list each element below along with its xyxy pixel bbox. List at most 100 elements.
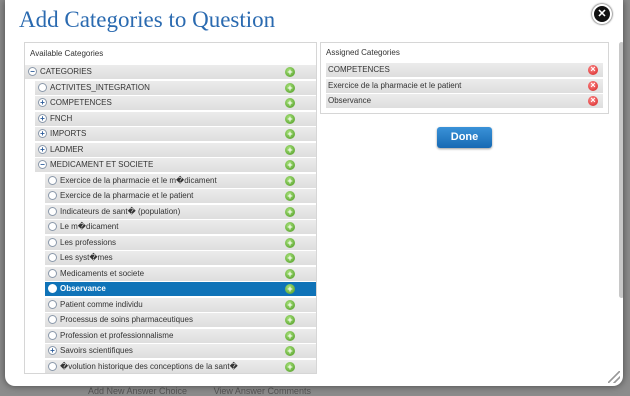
assigned-category-row: Exercice de la pharmacie et le patient × <box>326 78 603 93</box>
tree-item[interactable]: + Savoirs scientifiques + <box>45 344 316 358</box>
add-categories-dialog: Add Categories to Question ✕ Available C… <box>5 0 623 386</box>
tree-item-label: Les syst�mes <box>60 253 113 262</box>
radio-icon[interactable] <box>48 315 57 324</box>
tree-item[interactable]: + FNCH + <box>35 111 316 126</box>
add-icon[interactable]: + <box>285 222 295 232</box>
tree-item-label: Le m�dicament <box>60 222 119 231</box>
add-icon[interactable]: + <box>285 346 295 356</box>
radio-icon[interactable] <box>48 268 57 278</box>
expand-icon[interactable]: + <box>38 144 47 154</box>
remove-icon[interactable]: × <box>588 96 598 106</box>
expand-icon[interactable]: + <box>48 346 57 355</box>
assigned-categories-panel: Assigned Categories COMPETENCES × Exercice… <box>320 42 609 114</box>
resize-grip-icon[interactable] <box>608 371 620 383</box>
add-icon[interactable]: + <box>285 82 295 93</box>
expand-icon[interactable]: + <box>38 98 47 107</box>
radio-icon[interactable] <box>48 284 57 293</box>
add-icon[interactable]: + <box>285 361 295 372</box>
available-categories-panel: Available Categories − CATEGORIES + ACTI… <box>24 42 317 374</box>
radio-icon[interactable] <box>48 253 57 262</box>
tree-item-label: Exercice de la pharmacie et le m�dicamen… <box>60 175 217 185</box>
tree-item-label: LADMER <box>50 144 84 154</box>
add-icon[interactable]: + <box>285 206 295 217</box>
tree-item-label: Observance <box>60 284 106 293</box>
remove-icon[interactable]: × <box>588 65 598 75</box>
tree-item-label: Savoirs scientifiques <box>60 346 133 355</box>
tree-item[interactable]: + IMPORTS + <box>35 127 316 141</box>
tree-item-label: Patient comme individu <box>60 299 143 309</box>
category-tree: − CATEGORIES + ACTIVITES_INTEGRATION + + CO… <box>25 65 316 373</box>
tree-item[interactable]: Indicateurs de sant� (population) + <box>45 204 316 219</box>
add-icon[interactable]: + <box>285 144 295 155</box>
assigned-categories-header: Assigned Categories <box>326 48 400 57</box>
radio-icon[interactable] <box>48 330 57 340</box>
tree-item[interactable]: Medicaments et societe + <box>45 266 316 281</box>
tree-item-label: Profession et professionnalisme <box>60 330 174 340</box>
tree-root-categories[interactable]: − CATEGORIES + <box>25 65 316 79</box>
tree-item[interactable]: Processus de soins pharmaceutiques + <box>45 313 316 327</box>
tree-item[interactable]: Profession et professionnalisme + <box>45 328 316 343</box>
dialog-title: Add Categories to Question <box>19 7 276 32</box>
add-icon[interactable]: + <box>285 129 295 139</box>
assigned-category-row: Observance × <box>326 94 603 108</box>
tree-item-label: MEDICAMENT ET SOCIETE <box>50 160 154 169</box>
tree-item-label: Medicaments et societe <box>60 268 145 278</box>
tree-item[interactable]: �volution historique des conceptions de … <box>45 359 316 373</box>
tree-item-label: Processus de soins pharmaceutiques <box>60 315 193 324</box>
expand-icon[interactable]: + <box>38 113 47 123</box>
add-icon[interactable]: + <box>285 299 295 310</box>
assigned-category-label: COMPETENCES <box>328 65 390 74</box>
tree-item[interactable]: − MEDICAMENT ET SOCIETE + <box>35 158 316 172</box>
tree-item-label: Les professions <box>60 237 117 247</box>
tree-item[interactable]: Exercice de la pharmacie et le patient + <box>45 189 316 203</box>
tree-item[interactable]: + COMPETENCES + <box>35 96 316 110</box>
add-icon[interactable]: + <box>285 67 295 77</box>
collapse-icon[interactable]: − <box>28 67 37 76</box>
radio-icon[interactable] <box>48 206 57 216</box>
tree-item[interactable]: Le m�dicament + <box>45 220 316 234</box>
tree-item-label: Indicateurs de sant� (population) <box>60 206 181 216</box>
add-icon[interactable]: + <box>285 237 295 248</box>
add-icon[interactable]: + <box>285 98 295 108</box>
radio-icon[interactable] <box>38 82 47 92</box>
add-icon[interactable]: + <box>285 253 295 263</box>
add-icon[interactable]: + <box>285 191 295 201</box>
tree-item-label: Exercice de la pharmacie et le patient <box>60 191 194 200</box>
tree-item-selected[interactable]: Observance + <box>45 282 316 296</box>
tree-item-label: ACTIVITES_INTEGRATION <box>50 82 150 92</box>
add-icon[interactable]: + <box>285 268 295 279</box>
radio-icon[interactable] <box>48 361 57 371</box>
collapse-icon[interactable]: − <box>38 160 47 169</box>
radio-icon[interactable] <box>48 222 57 231</box>
tree-item-label: CATEGORIES <box>40 67 92 76</box>
radio-icon[interactable] <box>48 299 57 309</box>
tree-item[interactable]: Les professions + <box>45 235 316 250</box>
add-icon[interactable]: + <box>285 284 295 294</box>
add-icon[interactable]: + <box>285 315 295 325</box>
radio-icon[interactable] <box>48 191 57 200</box>
assigned-category-label: Exercice de la pharmacie et le patient <box>328 80 462 90</box>
tree-item-label: FNCH <box>50 113 73 123</box>
tree-item[interactable]: Exercice de la pharmacie et le m�dicamen… <box>45 173 316 188</box>
remove-icon[interactable]: × <box>588 80 598 91</box>
radio-icon[interactable] <box>48 175 57 185</box>
tree-item[interactable]: Patient comme individu + <box>45 297 316 312</box>
tree-item-label: COMPETENCES <box>50 98 112 107</box>
close-icon[interactable]: ✕ <box>592 4 612 24</box>
assigned-category-row: COMPETENCES × <box>326 63 603 77</box>
scrollbar[interactable] <box>619 42 623 298</box>
add-icon[interactable]: + <box>285 160 295 170</box>
add-icon[interactable]: + <box>285 175 295 186</box>
tree-item-label: �volution historique des conceptions de … <box>60 361 238 371</box>
tree-item[interactable]: + LADMER + <box>35 142 316 157</box>
available-categories-header: Available Categories <box>30 49 104 58</box>
add-icon[interactable]: + <box>285 113 295 124</box>
tree-item[interactable]: ACTIVITES_INTEGRATION + <box>35 80 316 95</box>
assigned-category-label: Observance <box>328 96 372 105</box>
radio-icon[interactable] <box>48 237 57 247</box>
expand-icon[interactable]: + <box>38 129 47 138</box>
add-icon[interactable]: + <box>285 330 295 341</box>
done-button[interactable]: Done <box>437 127 492 148</box>
tree-item[interactable]: Les syst�mes + <box>45 251 316 265</box>
tree-item-label: IMPORTS <box>50 129 87 138</box>
